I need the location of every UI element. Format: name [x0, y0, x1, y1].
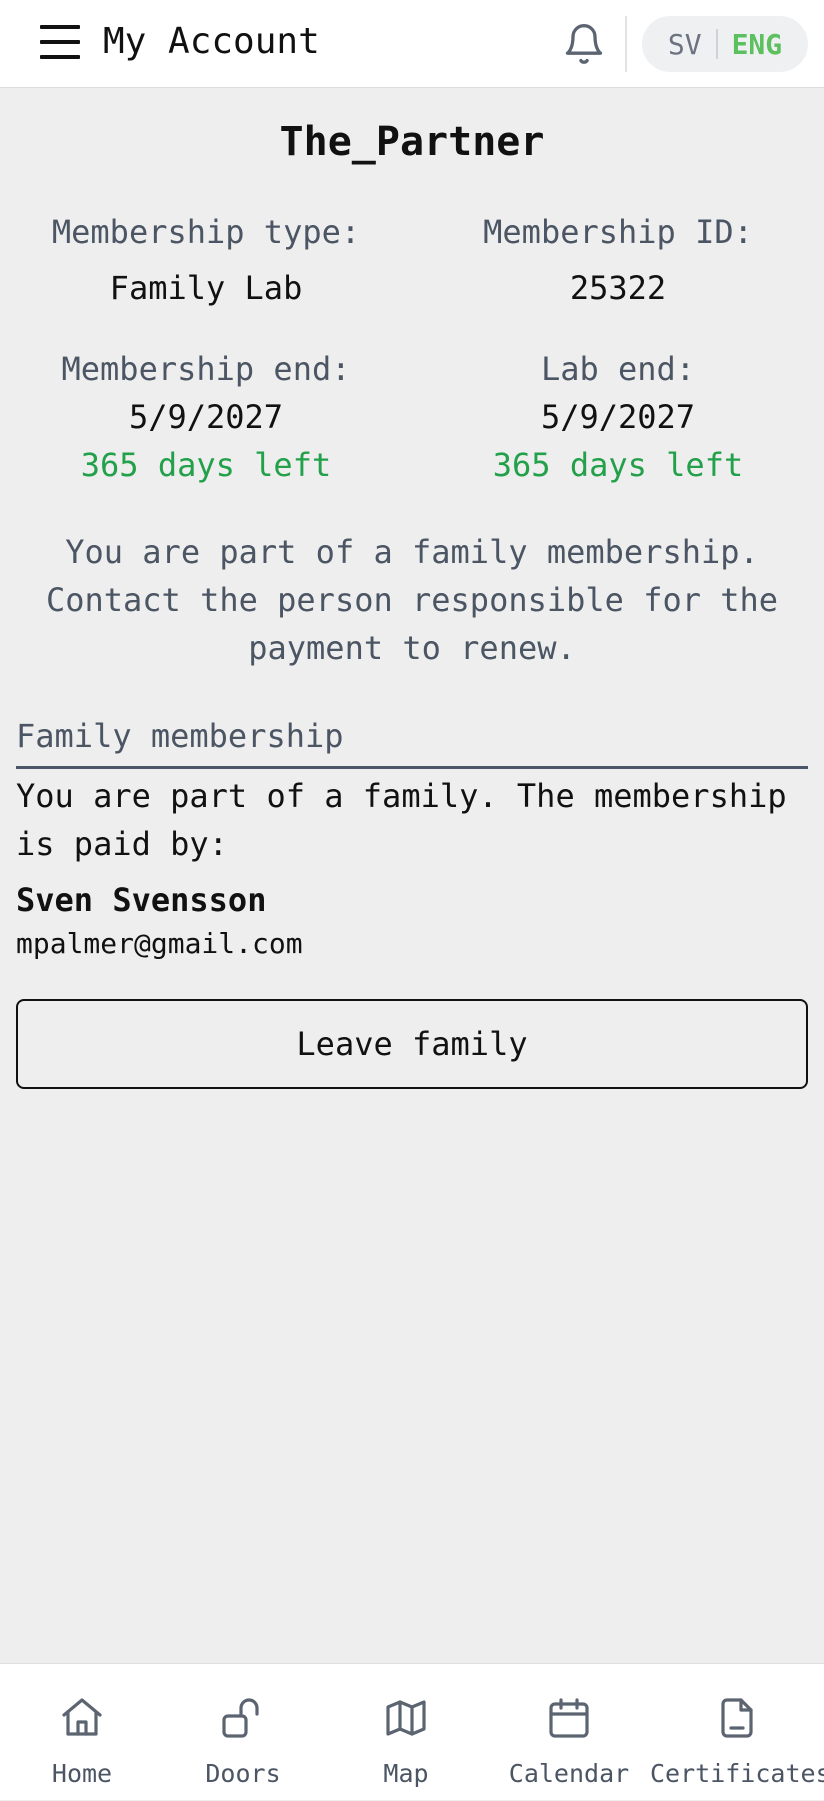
unlock-icon: [222, 1698, 259, 1738]
language-sv-button[interactable]: SV: [654, 28, 716, 61]
membership-end-value: 5/9/2027: [128, 398, 284, 436]
nav-item-calendar[interactable]: Calendar: [487, 1664, 651, 1801]
nav-label-certificates: Certificates: [650, 1759, 824, 1788]
family-section-title: Family membership: [16, 714, 808, 769]
lab-end-label: Lab end:: [540, 350, 696, 388]
bell-icon[interactable]: [562, 20, 606, 68]
document-icon: [721, 1698, 753, 1738]
username-title: The_Partner: [279, 119, 545, 165]
header-divider: [625, 16, 627, 72]
home-icon: [62, 1698, 102, 1736]
map-icon: [386, 1700, 426, 1736]
nav-label-doors: Doors: [205, 1759, 281, 1788]
lab-end-block: Lab end: 5/9/2027 365 days left: [412, 347, 824, 487]
nav-item-map[interactable]: Map: [324, 1664, 488, 1801]
lab-end-value: 5/9/2027: [540, 398, 696, 436]
nav-label-calendar: Calendar: [508, 1759, 630, 1788]
membership-id-label: Membership ID:: [483, 213, 753, 251]
app-header: My Account SV ENG: [0, 0, 824, 88]
membership-type-block: Membership type: Family Lab: [0, 210, 412, 310]
family-description: You are part of a family. The membership…: [16, 777, 787, 863]
leave-family-button[interactable]: Leave family: [16, 999, 808, 1089]
membership-days-left: 365 days left: [80, 446, 332, 484]
language-eng-button[interactable]: ENG: [718, 28, 797, 61]
payer-name: Sven Svensson: [16, 881, 267, 919]
membership-type-value: Family Lab: [109, 269, 303, 307]
nav-label-home: Home: [51, 1759, 113, 1788]
family-renewal-note: You are part of a family membership. Con…: [45, 533, 779, 667]
membership-type-label: Membership type:: [51, 213, 361, 251]
membership-end-label: Membership end:: [61, 350, 351, 388]
membership-end-block: Membership end: 5/9/2027 365 days left: [0, 347, 412, 487]
nav-item-doors[interactable]: Doors: [161, 1664, 325, 1801]
membership-id-block: Membership ID: 25322: [412, 210, 824, 310]
payer-email: mpalmer@gmail.com: [16, 927, 303, 960]
bottom-navigation: Home Doors Map Calendar Certificates: [0, 1663, 824, 1800]
page-header-title: My Account: [103, 21, 320, 62]
nav-item-home[interactable]: Home: [0, 1664, 164, 1801]
language-switch: SV ENG: [642, 16, 808, 72]
nav-label-map: Map: [383, 1759, 429, 1788]
hamburger-menu-icon[interactable]: [40, 22, 80, 62]
membership-id-value: 25322: [569, 269, 667, 307]
nav-item-certificates[interactable]: Certificates: [650, 1664, 824, 1801]
calendar-icon: [549, 1698, 589, 1738]
lab-days-left: 365 days left: [492, 446, 744, 484]
